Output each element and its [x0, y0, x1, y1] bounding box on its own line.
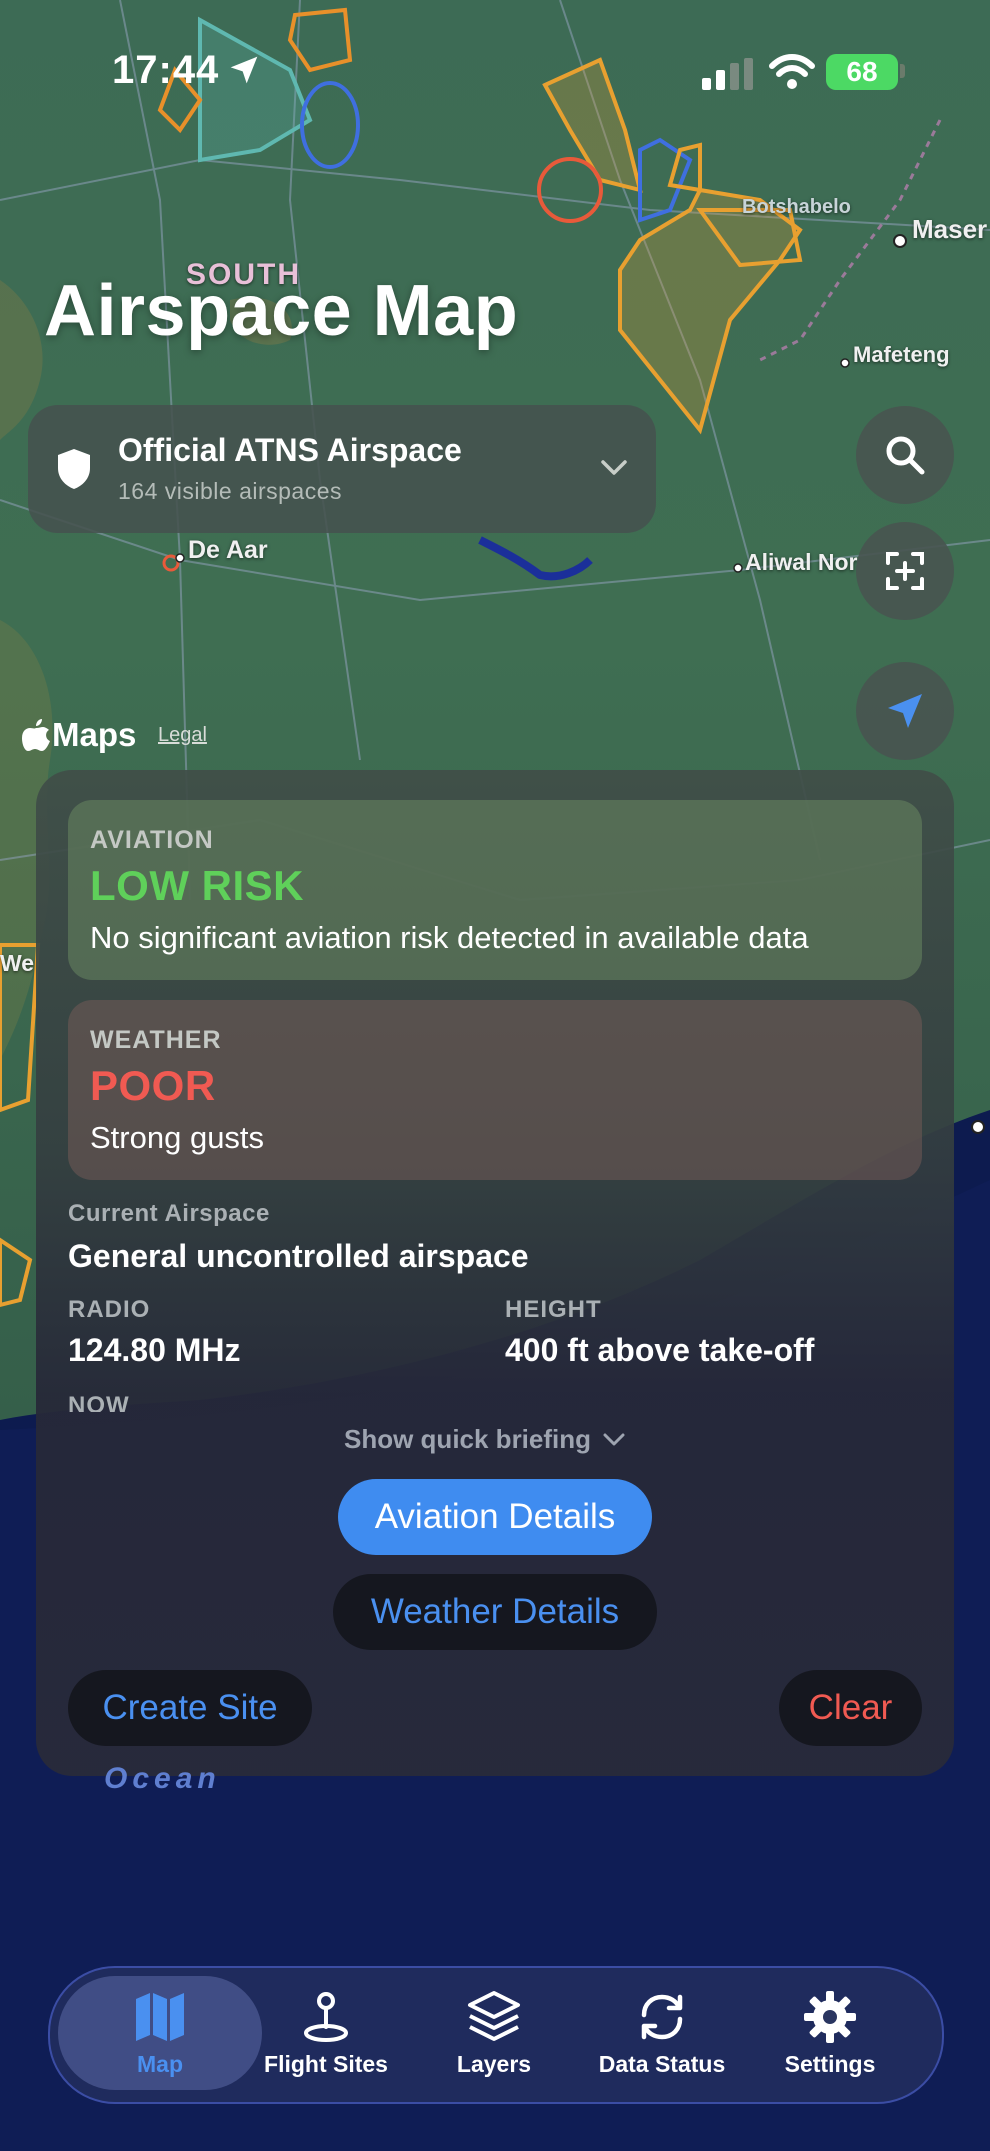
- chevron-down-icon: [601, 460, 627, 475]
- apple-logo-icon: [22, 719, 50, 751]
- pin-icon: [304, 1991, 348, 2042]
- sync-icon: [641, 1994, 683, 2039]
- tab-map-label: Map: [137, 2050, 183, 2077]
- map-label-mafeteng: Mafeteng: [853, 342, 950, 367]
- aviation-details-button[interactable]: Aviation Details: [338, 1479, 652, 1555]
- tab-data-status-label: Data Status: [598, 2050, 726, 2077]
- viewfinder-plus-icon: [886, 552, 924, 590]
- radio-frequency-value: 124.80 MHz: [68, 1332, 241, 1368]
- map-label-maseru: Maser: [912, 214, 988, 244]
- aviation-risk-description: No significant aviation risk detected in…: [90, 920, 809, 955]
- location-arrow-icon: [888, 694, 922, 728]
- visible-airspaces-count: 164 visible airspaces: [118, 478, 343, 504]
- map-label-botshabelo: Botshabelo: [742, 196, 851, 218]
- wifi-icon: [769, 54, 815, 89]
- layers-icon: [468, 1990, 520, 2041]
- chevron-down-icon: [603, 1433, 625, 1445]
- tab-settings[interactable]: Settings: [754, 1976, 906, 2090]
- create-site-button[interactable]: Create Site: [68, 1670, 312, 1746]
- now-label: NOW: [68, 1392, 130, 1412]
- now-label-clip: NOW: [68, 1392, 368, 1412]
- weather-label: WEATHER: [90, 1026, 222, 1054]
- map-label-aliwal-north: Aliwal Nor: [745, 549, 858, 575]
- current-airspace-value: General uncontrolled airspace: [68, 1238, 529, 1274]
- maps-wordmark: Maps: [52, 716, 137, 753]
- current-location-button[interactable]: [856, 662, 954, 760]
- tab-layers-label: Layers: [456, 2050, 532, 2077]
- tab-map[interactable]: Map: [58, 1976, 262, 2090]
- height-label: HEIGHT: [505, 1296, 602, 1323]
- location-services-icon: [230, 56, 258, 84]
- weather-details-button[interactable]: Weather Details: [333, 1574, 657, 1650]
- current-airspace-label: Current Airspace: [68, 1200, 270, 1227]
- page-title: Airspace Map: [44, 271, 519, 351]
- quick-briefing-toggle[interactable]: Show quick briefing: [344, 1424, 625, 1455]
- cellular-signal-icon: [702, 58, 753, 90]
- aviation-risk-status: LOW RISK: [90, 862, 304, 909]
- map-label-de-aar: De Aar: [188, 536, 268, 564]
- clear-button[interactable]: Clear: [779, 1670, 922, 1746]
- radio-label: RADIO: [68, 1296, 151, 1323]
- battery-tip: [900, 64, 905, 78]
- map-label-west: We: [0, 950, 35, 976]
- map-label-ocean: Ocean: [104, 1762, 221, 1795]
- gear-icon: [804, 1990, 856, 2043]
- weather-card: WEATHER POOR Strong gusts: [68, 1000, 922, 1180]
- aviation-risk-card: AVIATION LOW RISK No significant aviatio…: [68, 800, 922, 980]
- battery-indicator: 68: [826, 54, 898, 90]
- status-bar: 17:44 68: [0, 0, 990, 140]
- apple-maps-logo: Maps: [22, 716, 136, 754]
- tab-layers[interactable]: Layers: [418, 1976, 570, 2090]
- tab-settings-label: Settings: [784, 2050, 876, 2077]
- aviation-label: AVIATION: [90, 826, 214, 854]
- status-time: 17:44: [112, 48, 220, 92]
- tab-data-status[interactable]: Data Status: [586, 1976, 738, 2090]
- legal-link[interactable]: Legal: [158, 724, 207, 747]
- airspace-source-title: Official ATNS Airspace: [118, 432, 462, 468]
- zoom-to-fit-button[interactable]: [856, 522, 954, 620]
- quick-briefing-label: Show quick briefing: [344, 1424, 592, 1454]
- tab-flight-sites-label: Flight Sites: [264, 2050, 388, 2077]
- search-button[interactable]: [856, 406, 954, 504]
- shield-icon: [58, 449, 90, 489]
- airspace-source-selector[interactable]: [28, 405, 656, 533]
- search-icon: [886, 436, 925, 475]
- weather-status: POOR: [90, 1062, 216, 1109]
- map-icon: [136, 1992, 184, 2041]
- height-limit-value: 400 ft above take-off: [505, 1332, 815, 1368]
- weather-description: Strong gusts: [90, 1120, 265, 1155]
- tab-flight-sites[interactable]: Flight Sites: [250, 1976, 402, 2090]
